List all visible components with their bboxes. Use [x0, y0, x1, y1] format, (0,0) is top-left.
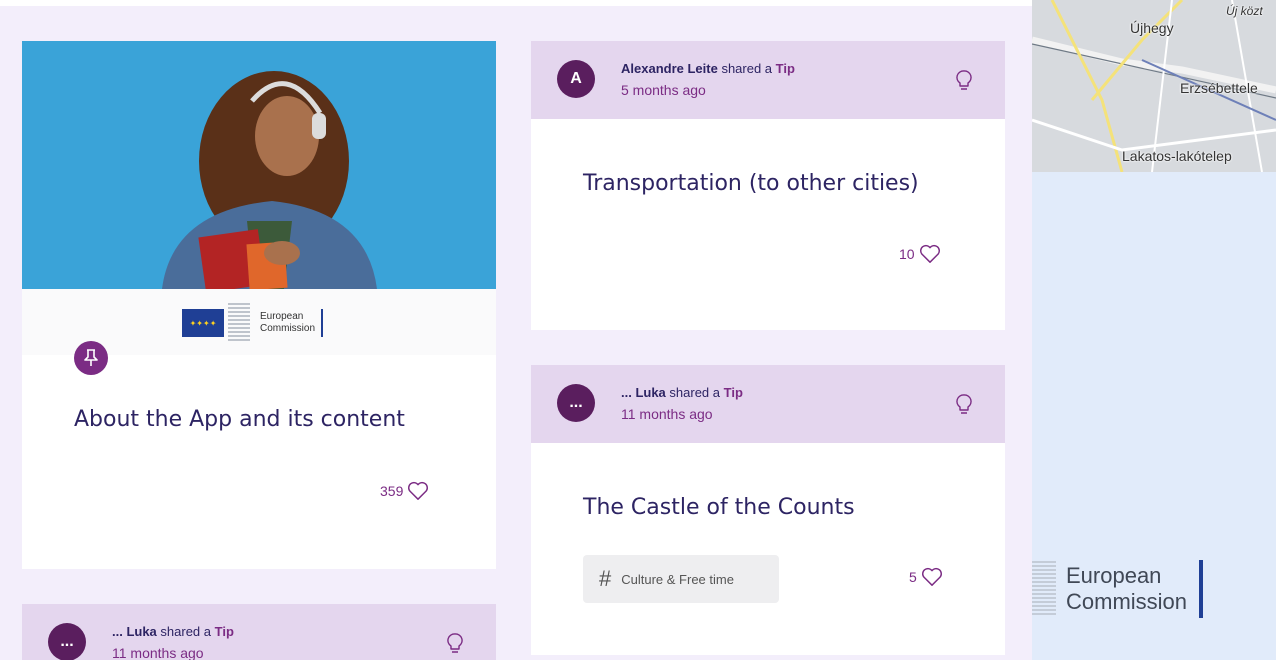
card-header: ... ... Luka shared a Tip 11 months ago [22, 604, 496, 660]
tip-card[interactable]: A Alexandre Leite shared a Tip 5 months … [531, 41, 1005, 330]
card-title[interactable]: The Castle of the Counts [583, 495, 855, 520]
card-header: A Alexandre Leite shared a Tip 5 months … [531, 41, 1005, 119]
like-counter[interactable]: 359 [380, 481, 429, 501]
feed: ✦✦✦✦ European Commission About the App a… [0, 0, 1032, 660]
share-line: ... Luka shared a Tip [621, 385, 743, 400]
share-line: Alexandre Leite shared a Tip [621, 61, 795, 76]
post-type: Tip [723, 385, 743, 400]
like-count: 5 [909, 569, 917, 585]
share-line: ... Luka shared a Tip [112, 624, 234, 639]
lightbulb-icon [447, 633, 463, 653]
lightbulb-icon [956, 70, 972, 90]
shared-text: shared a [665, 385, 724, 400]
card-header: ... ... Luka shared a Tip 11 months ago [531, 365, 1005, 443]
author-name[interactable]: Alexandre Leite [621, 61, 718, 76]
author-name[interactable]: ... Luka [112, 624, 157, 639]
shared-text: shared a [717, 61, 776, 76]
logo-line1: European [260, 311, 304, 322]
eu-flag-icon: ✦✦✦✦ [182, 309, 224, 337]
tag-chip[interactable]: # Culture & Free time [583, 555, 779, 603]
commission-lines-icon [1032, 561, 1056, 617]
logo-line2: Commission [260, 323, 316, 334]
logo-line2: Commission [1066, 589, 1188, 614]
author-name[interactable]: ... Luka [621, 385, 666, 400]
pin-icon [74, 341, 108, 375]
european-commission-logo-small: ✦✦✦✦ European Commission [182, 303, 324, 343]
featured-card[interactable]: ✦✦✦✦ European Commission About the App a… [22, 41, 496, 569]
tag-label: Culture & Free time [621, 571, 734, 587]
map-label: Új közt [1226, 4, 1263, 18]
heart-icon[interactable] [919, 244, 941, 264]
map-label: Újhegy [1130, 20, 1174, 36]
like-count: 359 [380, 483, 404, 499]
map-label: Erzsébettele [1180, 80, 1258, 96]
avatar[interactable]: ... [557, 384, 595, 422]
commission-lines-icon [228, 303, 250, 343]
tip-card[interactable]: ... ... Luka shared a Tip 11 months ago … [531, 365, 1005, 655]
avatar[interactable]: ... [48, 623, 86, 660]
tip-card[interactable]: ... ... Luka shared a Tip 11 months ago [22, 604, 496, 660]
like-counter[interactable]: 10 [899, 244, 941, 264]
logo-bar [321, 309, 324, 337]
like-counter[interactable]: 5 [909, 567, 943, 587]
heart-icon[interactable] [407, 481, 429, 501]
map-label: Lakatos-lakótelep [1122, 148, 1232, 164]
shared-text: shared a [156, 624, 215, 639]
avatar[interactable]: A [557, 60, 595, 98]
heart-icon[interactable] [921, 567, 943, 587]
hashtag-icon: # [599, 566, 612, 591]
right-panel: Újhegy Új közt Erzsébettele Lakatos-lakó… [1032, 0, 1276, 660]
map[interactable]: Újhegy Új közt Erzsébettele Lakatos-lakó… [1032, 0, 1276, 172]
card-title[interactable]: About the App and its content [74, 407, 405, 432]
hero-image [22, 41, 496, 289]
post-type: Tip [775, 61, 795, 76]
timestamp: 11 months ago [621, 406, 713, 422]
timestamp: 11 months ago [112, 645, 204, 660]
logo-bar [1199, 560, 1204, 618]
card-title[interactable]: Transportation (to other cities) [583, 171, 919, 196]
like-count: 10 [899, 246, 915, 262]
student-with-headphones-photo [22, 41, 496, 289]
european-commission-logo: European Commission [1032, 560, 1204, 618]
post-type: Tip [214, 624, 234, 639]
lightbulb-icon [956, 394, 972, 414]
logo-line1: European [1066, 563, 1162, 588]
top-strip [0, 0, 1032, 6]
timestamp: 5 months ago [621, 82, 706, 98]
